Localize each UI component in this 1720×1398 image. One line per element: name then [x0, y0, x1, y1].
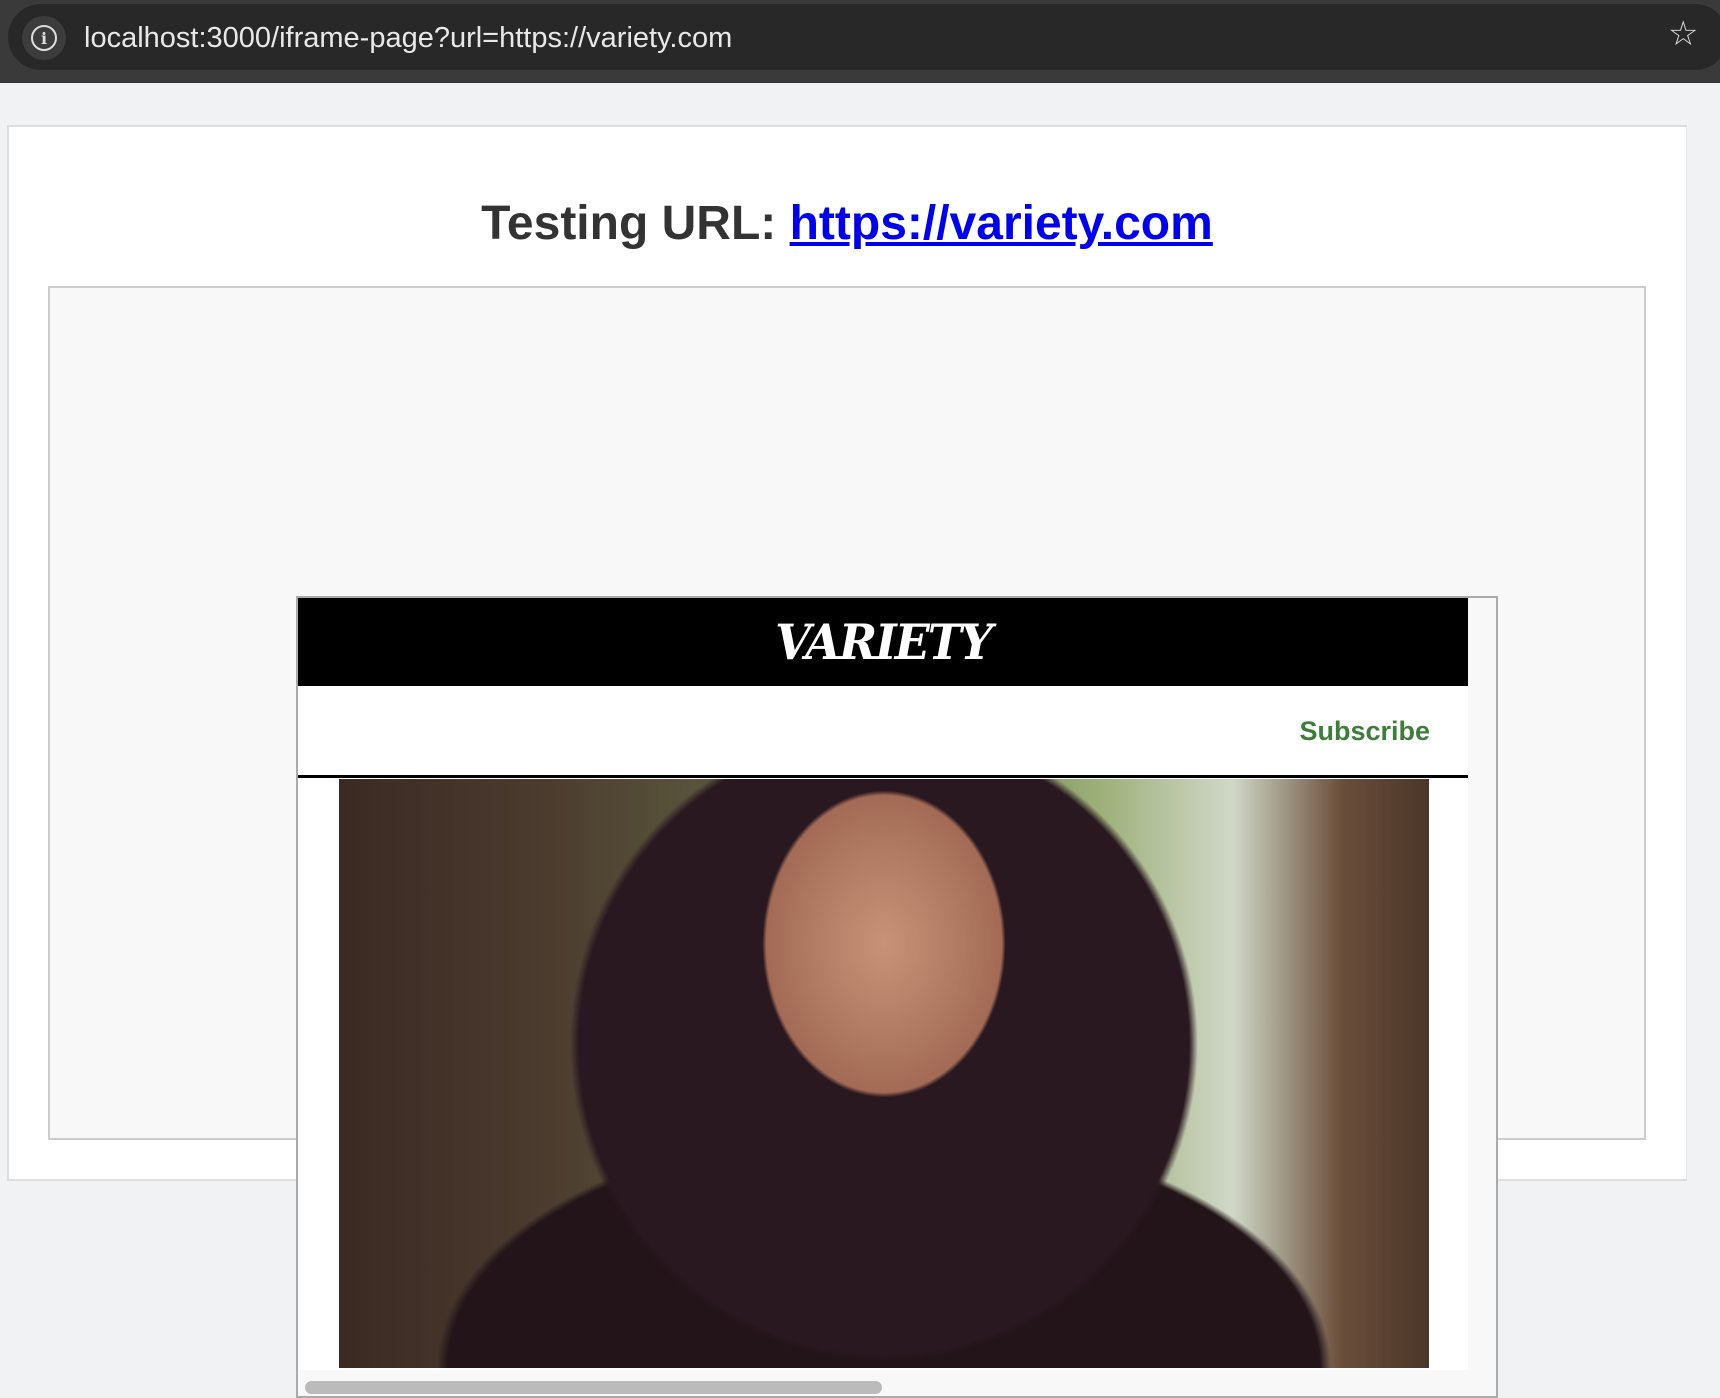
horizontal-scrollbar[interactable] — [298, 1370, 1468, 1396]
horizontal-scroll-thumb[interactable] — [305, 1381, 882, 1394]
iframe-container: VARIETY Subscribe — [48, 286, 1646, 1398]
tested-url-link[interactable]: https://variety.com — [790, 197, 1213, 250]
subscribe-link[interactable]: Subscribe — [1299, 716, 1430, 747]
embedded-iframe[interactable]: VARIETY Subscribe — [296, 596, 1498, 1398]
hero-image[interactable] — [339, 779, 1429, 1368]
site-info-button[interactable]: i — [22, 16, 66, 60]
address-bar[interactable]: i localhost:3000/iframe-page?url=https:/… — [8, 4, 1720, 70]
variety-logo[interactable]: VARIETY — [775, 614, 993, 671]
vertical-scrollbar[interactable] — [1468, 598, 1496, 1396]
browser-toolbar: i localhost:3000/iframe-page?url=https:/… — [0, 0, 1720, 83]
page-title: Testing URL: https://variety.com — [0, 196, 1694, 251]
url-text[interactable]: localhost:3000/iframe-page?url=https://v… — [84, 22, 732, 55]
variety-header: VARIETY — [298, 598, 1468, 686]
nav-row: Subscribe — [298, 686, 1468, 778]
heading-label: Testing URL: — [481, 197, 777, 250]
info-icon: i — [31, 25, 57, 51]
bookmark-star-icon[interactable]: ☆ — [1668, 14, 1698, 54]
